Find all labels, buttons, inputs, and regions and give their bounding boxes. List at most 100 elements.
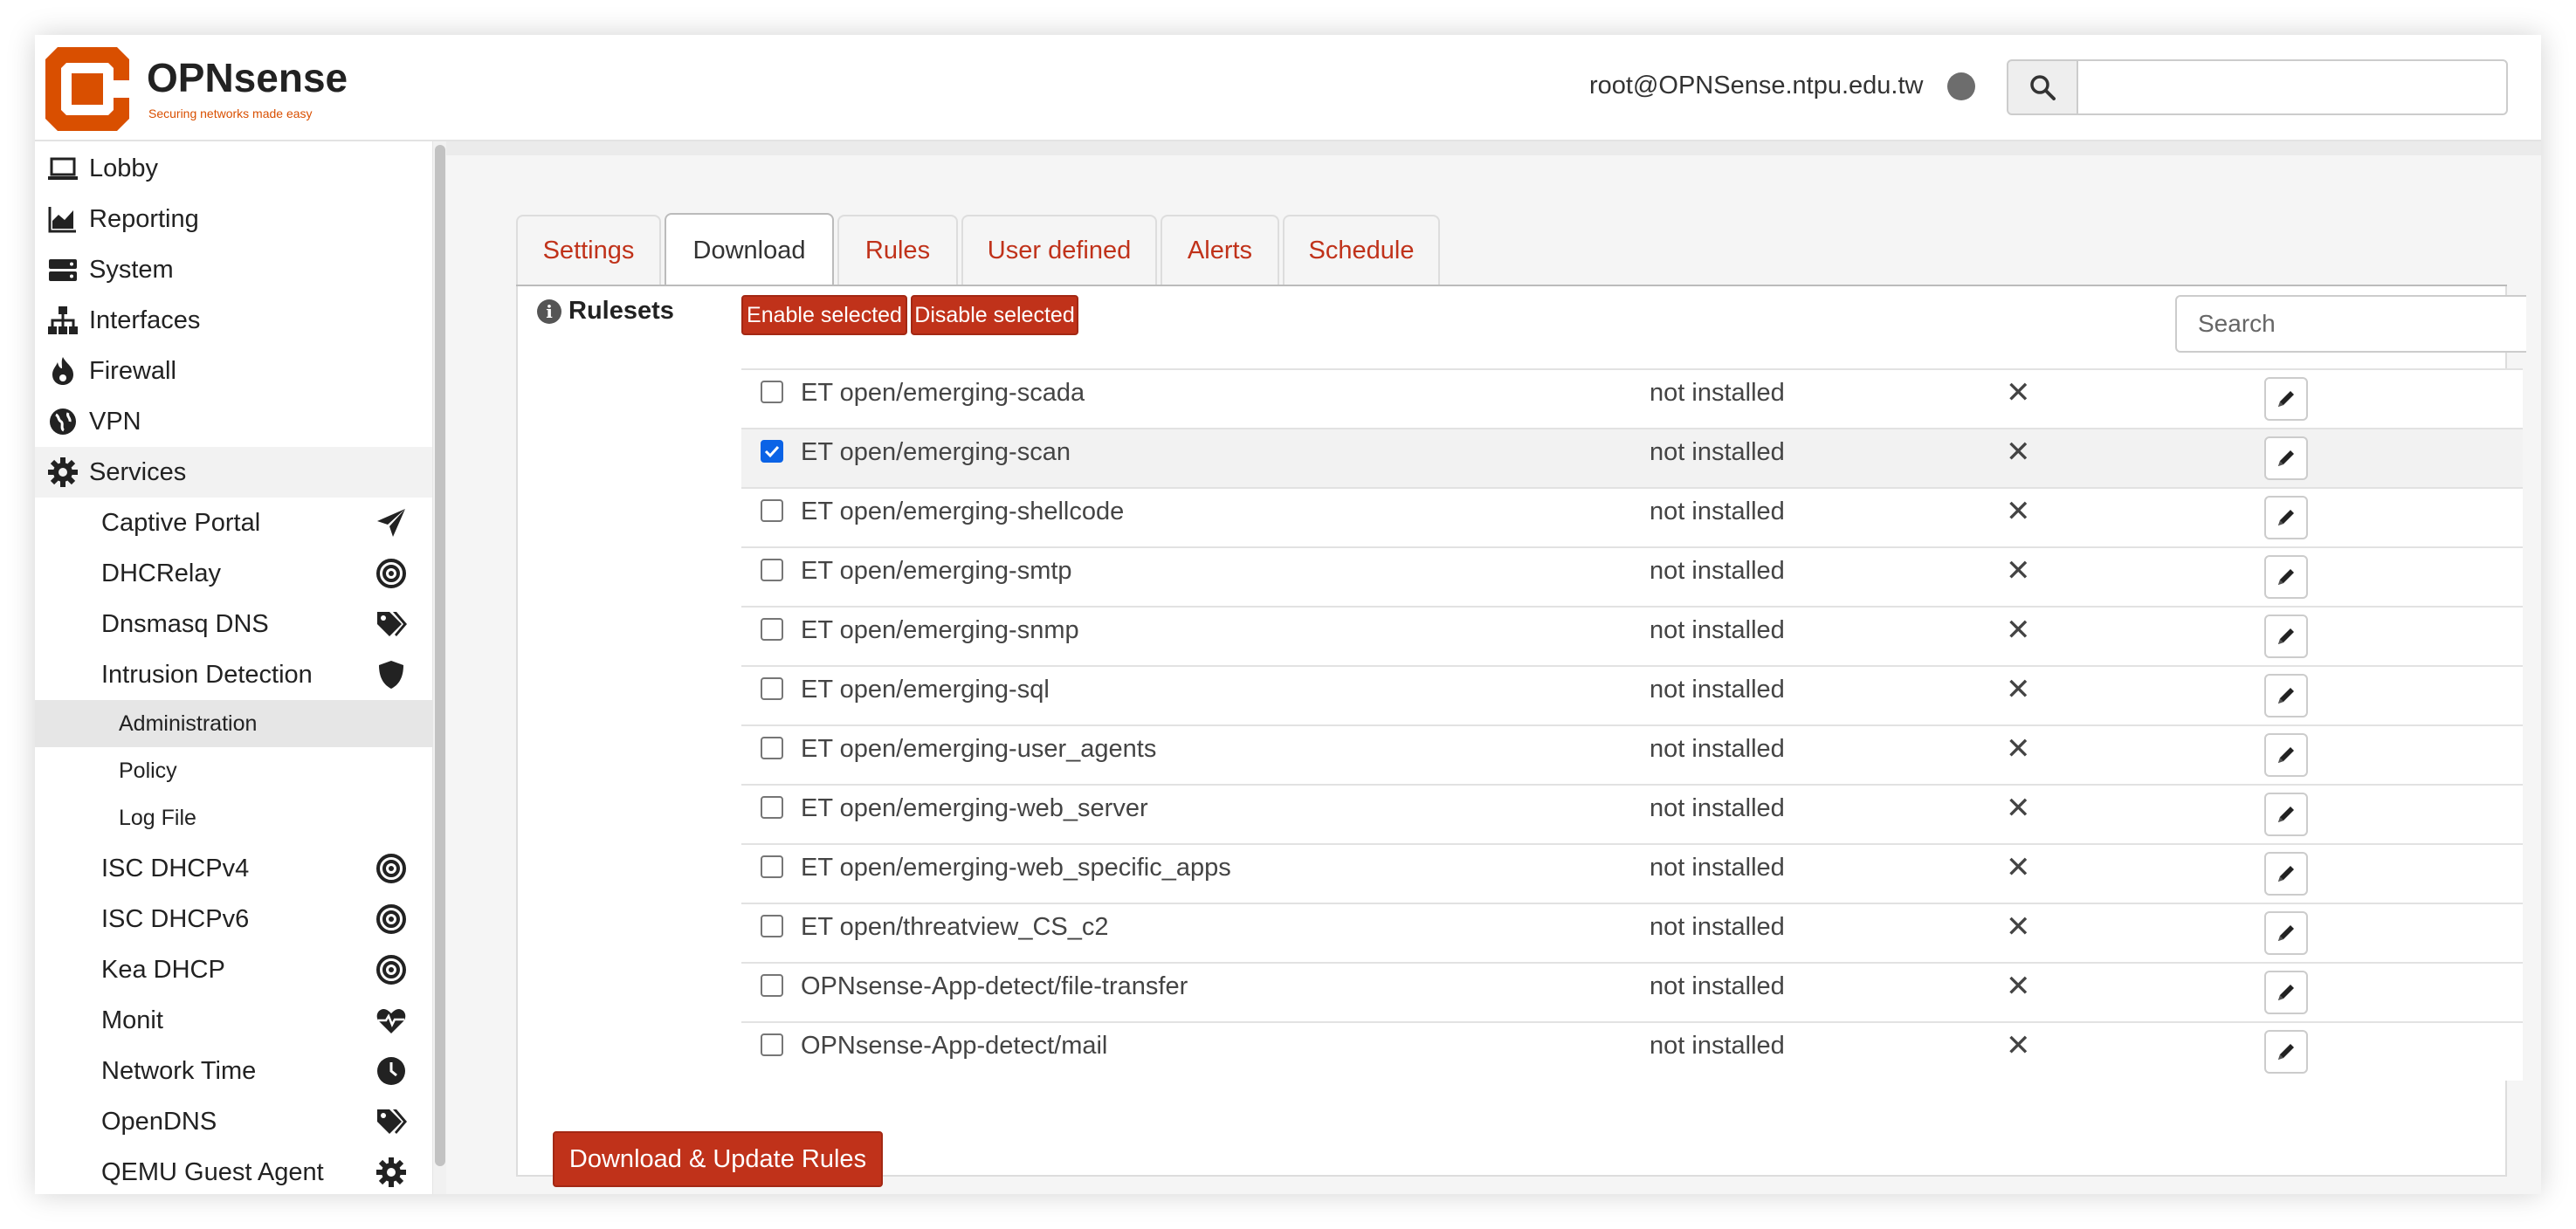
sidebar-item-policy[interactable]: Policy — [35, 747, 432, 794]
sidebar-item-lobby[interactable]: Lobby — [35, 143, 432, 194]
sidebar-item-firewall[interactable]: Firewall — [35, 346, 432, 396]
sidebar-item-services[interactable]: Services — [35, 447, 432, 498]
edit-button[interactable] — [2264, 852, 2308, 896]
area-chart-icon — [48, 207, 76, 233]
ruleset-name: ET open/emerging-user_agents — [801, 735, 1157, 763]
search-icon — [2030, 75, 2056, 100]
brand-name: OPNsense — [147, 55, 348, 100]
sidebar-item-isc-dhcpv6[interactable]: ISC DHCPv6 — [35, 894, 432, 944]
edit-button[interactable] — [2264, 674, 2308, 717]
row-checkbox[interactable] — [761, 499, 783, 522]
disabled-x-icon: ✕ — [2006, 614, 2031, 647]
tab-rules[interactable]: Rules — [837, 215, 958, 285]
edit-button[interactable] — [2264, 496, 2308, 539]
laptop-icon — [48, 157, 78, 180]
edit-button[interactable] — [2264, 733, 2308, 777]
ruleset-name: ET open/emerging-shellcode — [801, 498, 1125, 525]
rulesets-search-input[interactable]: Search — [2175, 295, 2526, 353]
sidebar-item-qemu-guest-agent[interactable]: QEMU Guest Agent — [35, 1147, 432, 1194]
search-button[interactable] — [2007, 59, 2078, 115]
opnsense-logo[interactable]: OPNsense Securing networks made easy — [45, 47, 377, 134]
sidebar-item-interfaces[interactable]: Interfaces — [35, 295, 432, 346]
table-row[interactable]: ET open/emerging-smtp not installed ✕ — [741, 546, 2523, 606]
row-checkbox[interactable] — [761, 1033, 783, 1056]
user-label[interactable]: root@OPNSense.ntpu.edu.tw — [1589, 72, 1923, 100]
ruleset-name: ET open/emerging-web_specific_apps — [801, 854, 1231, 882]
edit-button[interactable] — [2264, 436, 2308, 480]
table-row[interactable]: ET open/emerging-snmp not installed ✕ — [741, 606, 2523, 665]
ruleset-status: not installed — [1650, 1032, 1785, 1060]
row-checkbox[interactable] — [761, 440, 783, 463]
pencil-icon — [2278, 450, 2294, 466]
disabled-x-icon: ✕ — [2006, 1029, 2031, 1062]
enable-selected-button[interactable]: Enable selected — [741, 295, 907, 335]
sidebar-item-dhcrelay[interactable]: DHCRelay — [35, 548, 432, 599]
edit-button[interactable] — [2264, 555, 2308, 599]
tags-icon — [377, 1109, 407, 1134]
sidebar-item-opendns[interactable]: OpenDNS — [35, 1096, 432, 1147]
row-checkbox[interactable] — [761, 915, 783, 937]
row-checkbox[interactable] — [761, 381, 783, 403]
row-checkbox[interactable] — [761, 737, 783, 759]
table-row[interactable]: ET open/emerging-web_server not installed… — [741, 784, 2523, 843]
sidebar-item-label: ISC DHCPv4 — [101, 854, 250, 882]
row-checkbox[interactable] — [761, 559, 783, 581]
table-row[interactable]: ET open/emerging-scan not installed ✕ — [741, 428, 2523, 487]
edit-button[interactable] — [2264, 1030, 2308, 1074]
tab-settings[interactable]: Settings — [516, 215, 661, 285]
info-icon[interactable]: i — [537, 299, 561, 324]
table-row[interactable]: OPNsense-App-detect/file-transfer not ins… — [741, 962, 2523, 1021]
table-row[interactable]: OPNsense-App-detect/mail not installed ✕ — [741, 1021, 2523, 1081]
sidebar-item-isc-dhcpv4[interactable]: ISC DHCPv4 — [35, 843, 432, 894]
edit-button[interactable] — [2264, 377, 2308, 421]
sidebar-scrollbar-thumb[interactable] — [435, 145, 445, 1166]
pencil-icon — [2278, 747, 2294, 763]
table-row[interactable]: ET open/emerging-scada not installed ✕ — [741, 368, 2523, 428]
search-input[interactable] — [2077, 59, 2508, 115]
sidebar-item-vpn[interactable]: VPN — [35, 396, 432, 447]
table-row[interactable]: ET open/emerging-user_agents not installe… — [741, 724, 2523, 784]
disable-selected-button[interactable]: Disable selected — [911, 295, 1078, 335]
ruleset-status: not installed — [1650, 438, 1785, 466]
ruleset-status: not installed — [1650, 854, 1785, 882]
sidebar-item-intrusion-detection[interactable]: Intrusion Detection — [35, 649, 432, 700]
sidebar-item-network-time[interactable]: Network Time — [35, 1046, 432, 1096]
pencil-icon — [2278, 391, 2294, 407]
disabled-x-icon: ✕ — [2006, 851, 2031, 884]
ruleset-name: ET open/emerging-smtp — [801, 557, 1072, 585]
sidebar-item-log-file[interactable]: Log File — [35, 794, 432, 841]
row-checkbox[interactable] — [761, 796, 783, 819]
sidebar-item-captive-portal[interactable]: Captive Portal — [35, 498, 432, 548]
download-update-rules-button[interactable]: Download & Update Rules — [553, 1131, 883, 1187]
tab-download[interactable]: Download — [665, 213, 834, 286]
sidebar-item-monit[interactable]: Monit — [35, 995, 432, 1046]
edit-button[interactable] — [2264, 614, 2308, 658]
sidebar-item-label: Services — [89, 457, 187, 486]
table-row[interactable]: ET open/threatview_CS_c2 not installed ✕ — [741, 903, 2523, 962]
disabled-x-icon: ✕ — [2006, 376, 2031, 409]
row-checkbox[interactable] — [761, 677, 783, 700]
sidebar-item-label: Dnsmasq DNS — [101, 609, 269, 638]
row-checkbox[interactable] — [761, 855, 783, 878]
sidebar-item-system[interactable]: System — [35, 244, 432, 295]
sidebar-item-reporting[interactable]: Reporting — [35, 194, 432, 244]
edit-button[interactable] — [2264, 971, 2308, 1014]
pencil-icon — [2278, 510, 2294, 525]
sidebar-item-kea-dhcp[interactable]: Kea DHCP — [35, 944, 432, 995]
tab-schedule[interactable]: Schedule — [1283, 215, 1440, 285]
tab-alerts[interactable]: Alerts — [1161, 215, 1279, 285]
table-row[interactable]: ET open/emerging-shellcode not installed ✕ — [741, 487, 2523, 546]
tab-user-defined[interactable]: User defined — [961, 215, 1157, 285]
edit-button[interactable] — [2264, 911, 2308, 955]
row-checkbox[interactable] — [761, 618, 783, 641]
table-row[interactable]: ET open/emerging-sql not installed ✕ — [741, 665, 2523, 724]
sidebar-item-administration[interactable]: Administration — [35, 700, 432, 747]
pencil-icon — [2278, 925, 2294, 941]
edit-button[interactable] — [2264, 793, 2308, 836]
sidebar-scrollbar[interactable] — [432, 141, 446, 1194]
row-checkbox[interactable] — [761, 974, 783, 997]
sidebar-item-dnsmasq-dns[interactable]: Dnsmasq DNS — [35, 599, 432, 649]
rulesets-rows: ET open/emerging-scada not installed ✕ ET o… — [741, 368, 2523, 1096]
disabled-x-icon: ✕ — [2006, 436, 2031, 469]
table-row[interactable]: ET open/emerging-web_specific_apps not in… — [741, 843, 2523, 903]
